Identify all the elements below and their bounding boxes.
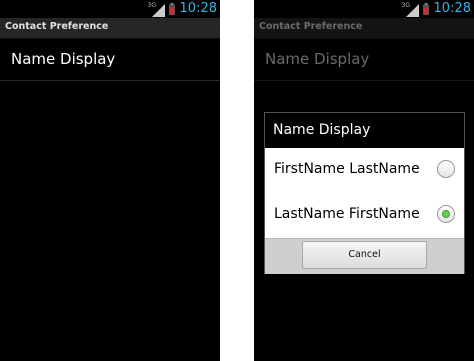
option-lastname-firstname[interactable]: LastName FirstName bbox=[265, 193, 464, 238]
app-title: Contact Preference bbox=[5, 21, 109, 32]
phone-screen-left: 3G 10:28 Contact Preference Name Display bbox=[0, 0, 220, 361]
status-icons: 3G 10:28 bbox=[401, 1, 471, 17]
option-label: FirstName LastName bbox=[274, 161, 420, 177]
dialog-title-bar: Name Display bbox=[265, 113, 464, 148]
radio-button-unchecked[interactable] bbox=[437, 160, 455, 178]
title-bar: Contact Preference bbox=[0, 18, 220, 39]
status-clock: 10:28 bbox=[433, 1, 471, 16]
signal-icon: 3G bbox=[147, 2, 165, 17]
cancel-button[interactable]: Cancel bbox=[302, 241, 427, 269]
status-clock: 10:28 bbox=[179, 1, 217, 16]
title-bar: Contact Preference bbox=[254, 18, 474, 39]
battery-icon bbox=[422, 3, 429, 15]
preference-item-name-display[interactable]: Name Display bbox=[0, 39, 220, 81]
battery-icon bbox=[168, 3, 175, 15]
preference-item-name-display: Name Display bbox=[254, 39, 474, 81]
radio-selected-dot bbox=[442, 210, 450, 218]
phone-screen-right: 3G 10:28 Contact Preference Name Display… bbox=[254, 0, 474, 361]
app-title: Contact Preference bbox=[259, 21, 363, 32]
dialog-footer: Cancel bbox=[265, 238, 464, 274]
preference-title: Name Display bbox=[265, 50, 370, 68]
option-label: LastName FirstName bbox=[274, 206, 420, 222]
name-display-dialog: Name Display FirstName LastName LastName… bbox=[264, 112, 465, 274]
preference-title: Name Display bbox=[11, 50, 116, 68]
status-icons: 3G 10:28 bbox=[147, 1, 217, 17]
signal-icon: 3G bbox=[401, 2, 419, 17]
network-type-label: 3G bbox=[401, 2, 410, 9]
dialog-title: Name Display bbox=[273, 122, 371, 138]
option-firstname-lastname[interactable]: FirstName LastName bbox=[265, 148, 464, 194]
status-bar: 3G 10:28 bbox=[0, 0, 220, 18]
status-bar: 3G 10:28 bbox=[254, 0, 474, 18]
network-type-label: 3G bbox=[147, 2, 156, 9]
radio-button-checked[interactable] bbox=[437, 205, 455, 223]
